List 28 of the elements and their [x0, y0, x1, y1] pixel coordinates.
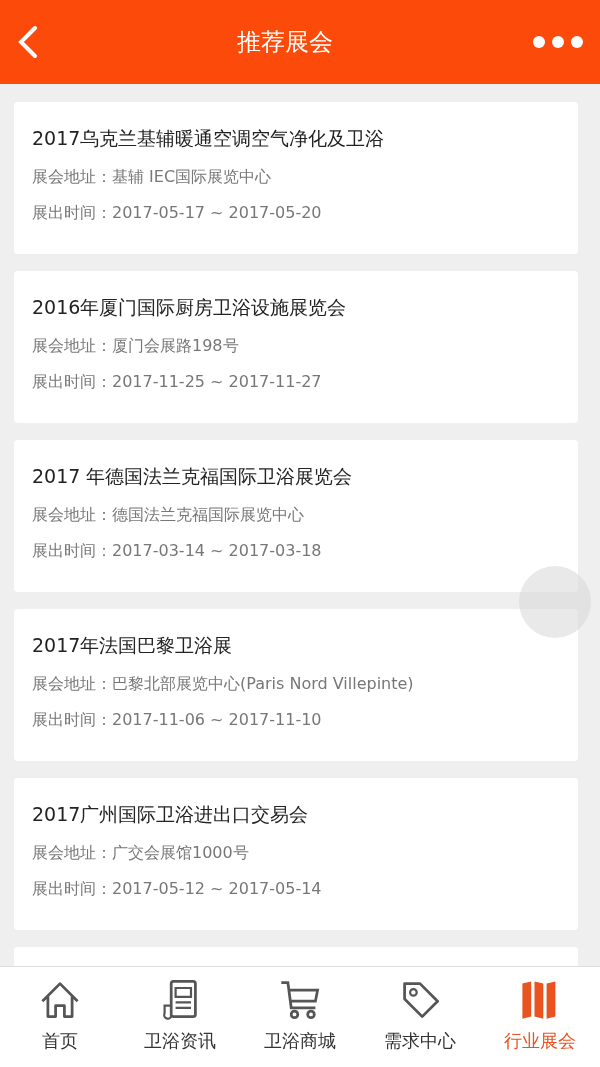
- exhibition-title: 2017乌克兰基辅暖通空调空气净化及卫浴: [32, 126, 386, 151]
- exhibition-title: 2017广州国际卫浴进出口交易会: [32, 802, 310, 827]
- exhibition-card[interactable]: 2017乌克兰基辅暖通空调空气净化及卫浴 展会地址：基辅 IEC国际展览中心 展出时间：2017-05-17 ~ 2017-05-20: [14, 102, 578, 254]
- tab[interactable]: 行业展会: [480, 967, 600, 1067]
- tab[interactable]: 首页: [0, 967, 120, 1067]
- exhibition-title: 2017 年德国法兰克福国际卫浴展览会: [32, 464, 354, 489]
- exhibition-title: 2017年法国巴黎卫浴展: [32, 633, 234, 658]
- exhibition-address: 展会地址：厦门会展路198号: [32, 334, 240, 357]
- tab[interactable]: 需求中心: [360, 967, 480, 1067]
- exhibition-address: 展会地址：德国法兰克福国际展览中心: [32, 503, 305, 526]
- exhibition-time: 展出时间：2017-11-25 ~ 2017-11-27: [32, 370, 323, 393]
- more-icon[interactable]: [532, 35, 584, 49]
- exhibition-card[interactable]: 2017广州国际卫浴进出口交易会 展会地址：广交会展馆1000号 展出时间：2017-05-12 ~ 2017-05-14: [14, 778, 578, 930]
- exhibition-card[interactable]: 2016年厦门国际厨房卫浴设施展览会 展会地址：厦门会展路198号 展出时间：2017-11-25 ~ 2017-11-27: [14, 271, 578, 423]
- exhibition-time: 展出时间：2017-05-12 ~ 2017-05-14: [32, 877, 323, 900]
- tab[interactable]: 卫浴资讯: [120, 967, 240, 1067]
- exhibition-time: 展出时间：2017-03-14 ~ 2017-03-18: [32, 539, 323, 562]
- tab[interactable]: 卫浴商城: [240, 967, 360, 1067]
- exhibition-address: 展会地址：基辅 IEC国际展览中心: [32, 165, 273, 188]
- exhibition-time: 展出时间：2017-05-17 ~ 2017-05-20: [32, 201, 323, 224]
- back-icon[interactable]: [16, 25, 38, 59]
- exhibition-address: 展会地址：巴黎北部展览中心(Paris Nord Villepinte): [32, 672, 415, 695]
- exhibition-card[interactable]: 2017年法国巴黎卫浴展 展会地址：巴黎北部展览中心(Paris Nord Villepinte) 展出时间：2017-11-06 ~ 2017-11-10: [14, 609, 578, 761]
- exhibition-title: 2016年厦门国际厨房卫浴设施展览会: [32, 295, 348, 320]
- page-title: 推荐展会: [237, 27, 333, 58]
- exhibition-address: 展会地址：广交会展馆1000号: [32, 841, 250, 864]
- exhibition-card[interactable]: 2017 年德国法兰克福国际卫浴展览会 展会地址：德国法兰克福国际展览中心 展出时间：2017-03-14 ~ 2017-03-18: [14, 440, 578, 592]
- exhibition-time: 展出时间：2017-11-06 ~ 2017-11-10: [32, 708, 323, 731]
